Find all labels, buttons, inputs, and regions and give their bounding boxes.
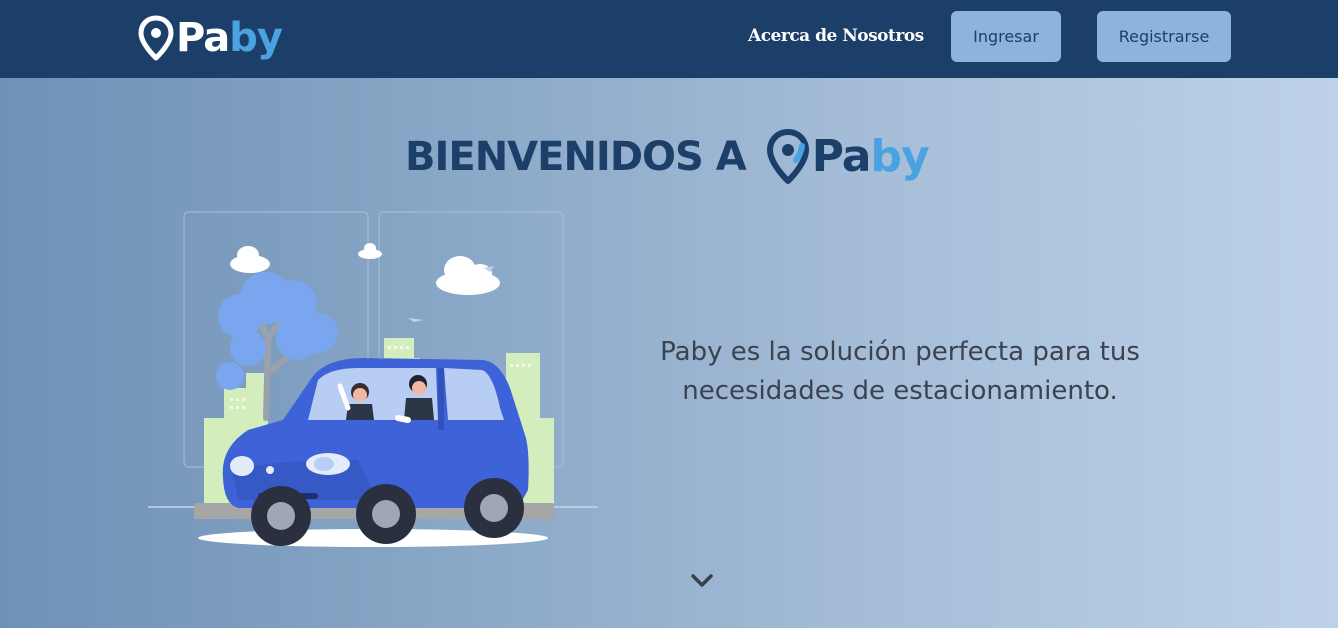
hero-brand-wordmark: Paby <box>811 131 930 182</box>
register-button[interactable]: Registrarse <box>1097 11 1231 62</box>
car-illustration <box>148 211 598 547</box>
chevron-down-icon[interactable] <box>689 570 715 592</box>
location-pin-icon <box>766 129 809 184</box>
tagline-line-2: necesidades de estacionamiento. <box>682 376 1118 406</box>
location-pin-icon <box>138 15 174 61</box>
hero-section: BIENVENIDOS A Paby Paby es la solución p… <box>0 78 1338 628</box>
brand-wordmark: Paby <box>176 15 283 61</box>
hero-tagline: Paby es la solución perfecta para tus ne… <box>610 333 1190 411</box>
hero-title-text: BIENVENIDOS A <box>405 134 747 180</box>
login-button[interactable]: Ingresar <box>951 11 1061 62</box>
nav-about-link[interactable]: Acerca de Nosotros <box>748 26 924 46</box>
hero-brand-logo: Paby <box>766 128 930 186</box>
brand-logo[interactable]: Paby <box>138 12 283 64</box>
navbar: Paby Acerca de Nosotros Ingresar Registr… <box>0 0 1338 78</box>
hero-title: BIENVENIDOS A Paby <box>405 122 930 192</box>
tagline-line-1: Paby es la solución perfecta para tus <box>660 337 1140 367</box>
